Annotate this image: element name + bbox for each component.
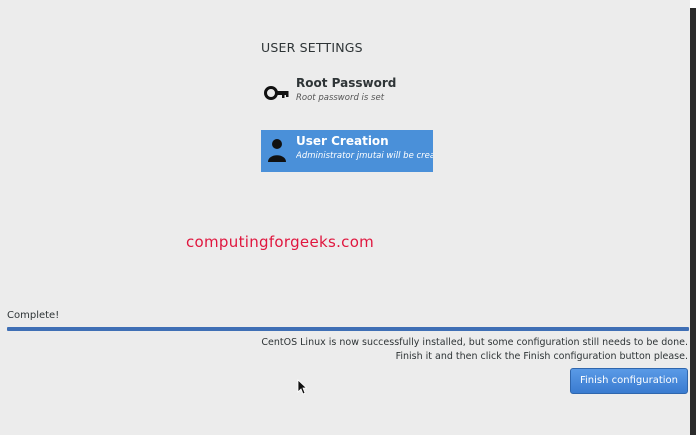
finish-configuration-button[interactable]: Finish configuration [570,368,688,394]
root-password-title: Root Password [296,76,397,90]
window-edge-corner [690,0,696,8]
watermark: computingforgeeks.com [186,233,375,251]
status-message-line2: Finish it and then click the Finish conf… [395,351,688,362]
root-password-status: Root password is set [296,93,385,103]
key-icon [263,78,291,106]
progress-label: Complete! [7,310,60,321]
user-creation-spoke[interactable]: User Creation Administrator jmutai will … [261,130,433,172]
progress-bar-fill [7,327,689,331]
user-icon [263,136,291,164]
user-creation-title: User Creation [296,134,389,148]
section-title: USER SETTINGS [261,40,363,55]
root-password-spoke[interactable]: Root Password Root password is set [261,72,433,114]
window-edge [690,0,696,435]
status-message-line1: CentOS Linux is now successfully install… [261,337,688,348]
user-creation-status: Administrator jmutai will be created [296,151,433,161]
mouse-cursor-icon [297,379,307,395]
progress-bar [7,327,689,331]
